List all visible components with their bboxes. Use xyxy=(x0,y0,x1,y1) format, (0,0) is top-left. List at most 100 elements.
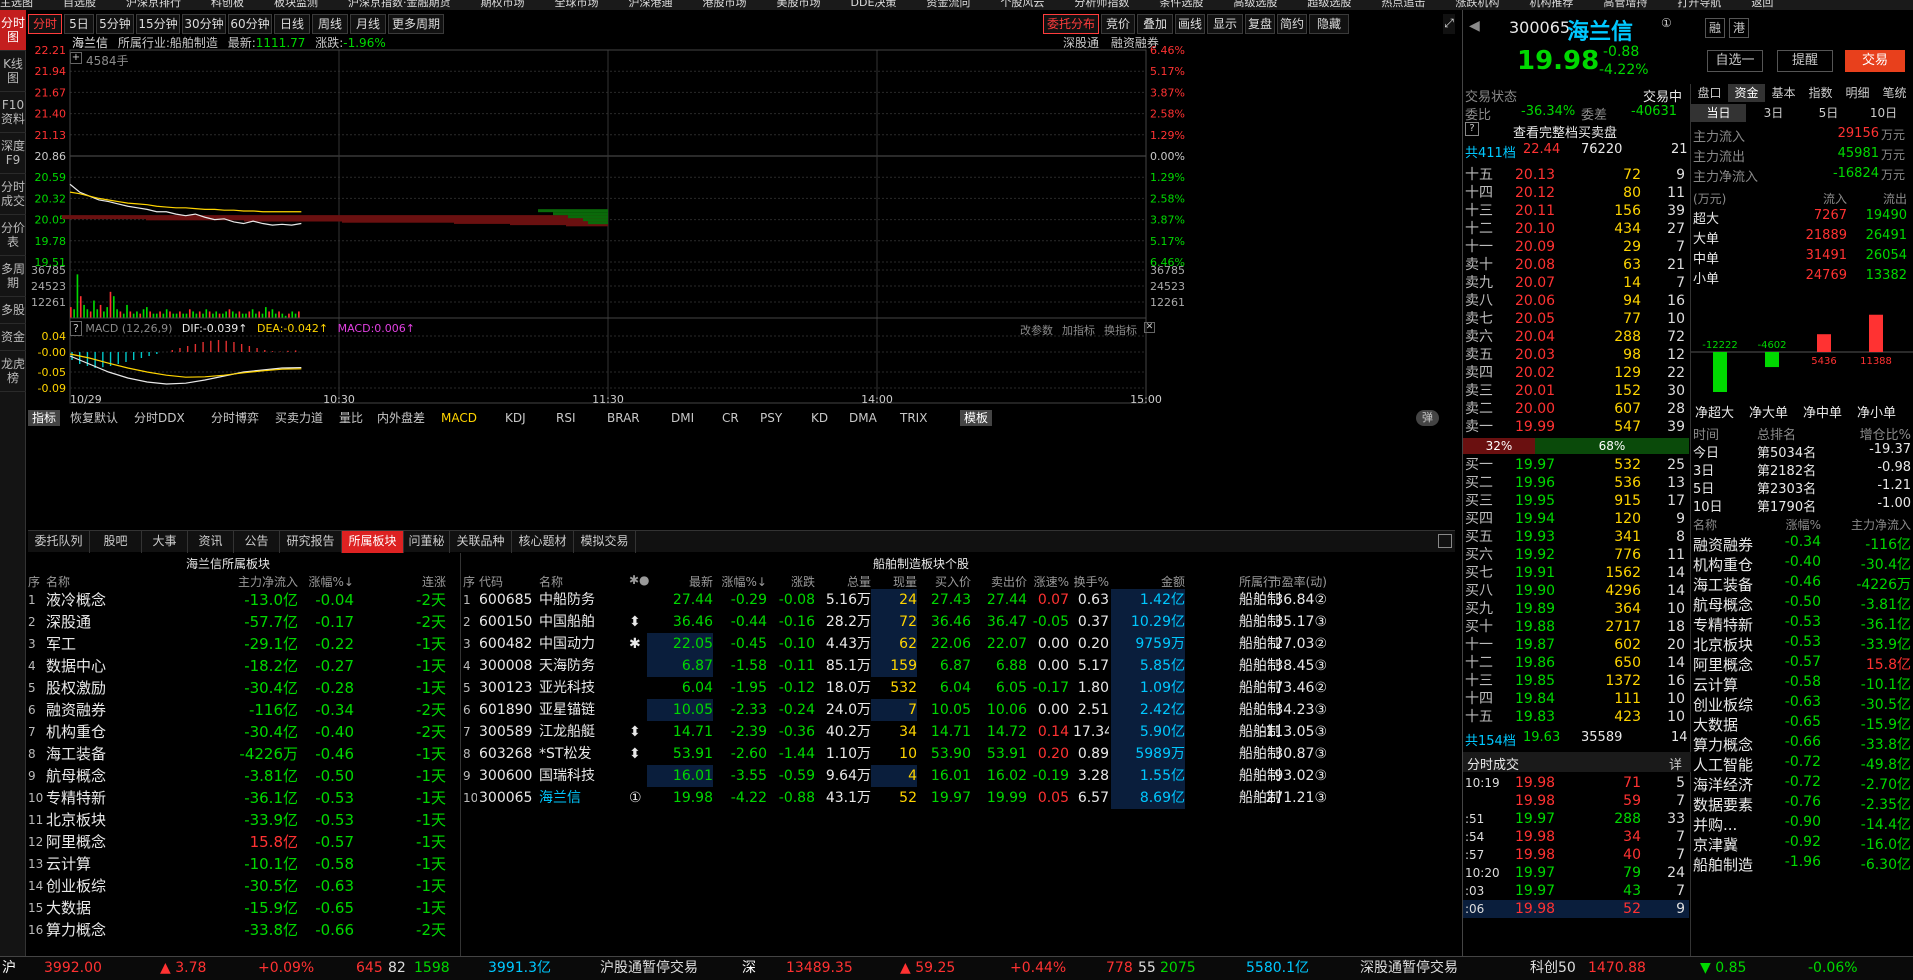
indicator-tab[interactable]: CR xyxy=(718,410,743,426)
sidebar-item[interactable]: 多股 xyxy=(0,297,26,324)
info-tab[interactable]: 资讯 xyxy=(188,531,234,553)
menu-item[interactable]: 美股市场 xyxy=(777,0,821,8)
column-header[interactable]: 买入价 xyxy=(921,573,971,590)
sell-level[interactable]: 卖九 20.07 14 7 xyxy=(1463,274,1689,292)
tool-button[interactable]: 委托分布 xyxy=(1043,14,1099,34)
buy-level[interactable]: 买九 19.89 364 10 xyxy=(1463,600,1689,618)
column-header[interactable]: 涨幅%↓ xyxy=(717,573,767,590)
table-row[interactable]: 4 数据中心 -18.2亿 -0.27 -1天 xyxy=(28,655,456,677)
help-icon[interactable]: ? xyxy=(1465,122,1479,136)
menu-item[interactable]: 自选股 xyxy=(63,0,96,8)
period-tab[interactable]: 当日 xyxy=(1691,104,1746,122)
status-hk1[interactable]: 沪股通暂停交易 xyxy=(600,957,698,979)
table-row[interactable]: 14 创业板综 -30.5亿 -0.63 -1天 xyxy=(28,875,456,897)
indicator-tab[interactable]: MACD xyxy=(437,410,481,426)
table-row[interactable]: 1 液冷概念 -13.0亿 -0.04 -2天 xyxy=(28,589,456,611)
menu-item[interactable]: 超级选股 xyxy=(1307,0,1351,8)
column-header[interactable]: 涨跌 xyxy=(771,573,815,590)
sidebar-item[interactable]: 分时图 xyxy=(0,10,26,51)
table-row[interactable]: 7 机构重仓 -30.4亿 -0.40 -2天 xyxy=(28,721,456,743)
info-tab[interactable]: 所属板块 xyxy=(342,531,404,553)
buy-level[interactable]: 买三 19.95 915 17 xyxy=(1463,492,1689,510)
tool-button[interactable]: 显示 xyxy=(1207,14,1243,34)
column-header[interactable]: 换手% xyxy=(1073,573,1109,590)
sidebar-item[interactable]: 深度F9 xyxy=(0,133,26,174)
buy-level[interactable]: 买四 19.94 120 9 xyxy=(1463,510,1689,528)
fund-tab[interactable]: 指数 xyxy=(1802,84,1839,102)
indicator-tab[interactable]: 内外盘差 xyxy=(373,410,429,426)
menu-item[interactable]: 高级选股 xyxy=(1233,0,1277,8)
indicator-tab[interactable]: KD xyxy=(807,410,832,426)
fund-tab[interactable]: 明细 xyxy=(1839,84,1876,102)
table-row[interactable]: 9 航母概念 -3.81亿 -0.50 -1天 xyxy=(28,765,456,787)
table-row[interactable]: 12 阿里概念 15.8亿 -0.57 -1天 xyxy=(28,831,456,853)
sidebar-item[interactable]: 龙虎榜 xyxy=(0,351,26,392)
buy-level[interactable]: 十一 19.87 602 20 xyxy=(1463,636,1689,654)
period-tab[interactable]: 3日 xyxy=(1746,104,1801,122)
table-row[interactable]: 3 600482 中国动力 ✱ 22.05 -0.45 -0.10 4.43万 62 22.06 2… xyxy=(461,633,1456,655)
info-tab[interactable]: 问董秘 xyxy=(404,531,450,553)
menu-item[interactable]: 沪深京指数·金融期货 xyxy=(348,0,451,8)
prev-stock-icon[interactable]: ◀ xyxy=(1469,18,1480,34)
period-button[interactable]: 30分钟 xyxy=(182,14,226,34)
alert-button[interactable]: 提醒 xyxy=(1777,50,1833,72)
table-row[interactable]: 1 600685 中船防务 27.44 -0.29 -0.08 5.16万 24 27.43 27… xyxy=(461,589,1456,611)
full-book-link[interactable]: 查看完整档买卖盘 xyxy=(1513,122,1617,141)
column-header[interactable]: 所属行 xyxy=(1239,573,1289,590)
indicator-tab[interactable]: PSY xyxy=(756,410,786,426)
tool-button[interactable]: 竞价 xyxy=(1101,14,1135,34)
sell-level[interactable]: 卖四 20.02 129 22 xyxy=(1463,364,1689,382)
menu-item[interactable]: 沪深京排行 xyxy=(126,0,181,8)
sell-level[interactable]: 卖七 20.05 77 10 xyxy=(1463,310,1689,328)
menu-item[interactable]: 涨跌机构 xyxy=(1455,0,1499,8)
info-tab[interactable]: 研究报告 xyxy=(280,531,342,553)
indicator-tab[interactable]: 恢复默认 xyxy=(66,410,122,426)
table-row[interactable]: 10 300065 海兰信 ① 19.98 -4.22 -0.88 43.1万 52 19.97 1… xyxy=(461,787,1456,809)
sell-level[interactable]: 卖一 19.99 547 39 xyxy=(1463,418,1689,436)
column-header[interactable]: 总量 xyxy=(815,573,871,590)
table-row[interactable]: 5 股权激励 -30.4亿 -0.28 -1天 xyxy=(28,677,456,699)
table-row[interactable]: 13 云计算 -10.1亿 -0.58 -1天 xyxy=(28,853,456,875)
close-icon[interactable]: ✕ xyxy=(1144,322,1155,333)
sidebar-item[interactable]: 分时成交 xyxy=(0,174,26,215)
table-row[interactable]: 8 海工装备 -4226万 -0.46 -1天 xyxy=(28,743,456,765)
table-row[interactable]: 2 深股通 -57.7亿 -0.17 -2天 xyxy=(28,611,456,633)
tool-button[interactable]: 叠加 xyxy=(1137,14,1173,34)
buy-level[interactable]: 十三 19.85 1372 16 xyxy=(1463,672,1689,690)
table-row[interactable]: 3 军工 -29.1亿 -0.22 -1天 xyxy=(28,633,456,655)
indicator-tab[interactable]: 指标 xyxy=(28,410,61,426)
fund-tab[interactable]: 资金 xyxy=(1728,84,1765,102)
period-button[interactable]: 5日 xyxy=(64,14,94,34)
info-tab[interactable]: 股吧 xyxy=(90,531,142,553)
menu-item[interactable]: 主选图 xyxy=(0,0,33,8)
column-header[interactable]: 主力净流入 xyxy=(198,573,298,590)
sidebar-item[interactable]: 多周期 xyxy=(0,256,26,297)
buy-level[interactable]: 买一 19.97 532 25 xyxy=(1463,456,1689,474)
sidebar-item[interactable]: 资金 xyxy=(0,324,26,351)
sell-level[interactable]: 十二 20.10 434 27 xyxy=(1463,220,1689,238)
tool-button[interactable]: 画线 xyxy=(1175,14,1205,34)
menu-item[interactable]: 全球市场 xyxy=(555,0,599,8)
hk-button[interactable]: 港 xyxy=(1729,18,1749,38)
column-header[interactable]: 名称 xyxy=(539,573,625,590)
buy-level[interactable]: 买七 19.91 1562 14 xyxy=(1463,564,1689,582)
table-row[interactable]: 5 300123 亚光科技 6.04 -1.95 -0.12 18.0万 532 6.04 6.0… xyxy=(461,677,1456,699)
menu-item[interactable]: 高管增持 xyxy=(1603,0,1647,8)
buy-level[interactable]: 买二 19.96 536 13 xyxy=(1463,474,1689,492)
column-header[interactable]: 卖出价 xyxy=(971,573,1027,590)
tool-button[interactable]: 复盘 xyxy=(1245,14,1275,34)
tool-button[interactable]: 简约 xyxy=(1277,14,1307,34)
menu-item[interactable]: 条件选股 xyxy=(1159,0,1203,8)
info-tab[interactable]: 委托队列 xyxy=(28,531,90,553)
indicator-tab[interactable]: 量比 xyxy=(335,410,367,426)
indicator-tab[interactable]: BRAR xyxy=(603,410,644,426)
column-header[interactable]: 涨幅%↓ xyxy=(296,573,354,590)
sell-level[interactable]: 卖八 20.06 94 16 xyxy=(1463,292,1689,310)
column-header[interactable]: 金额 xyxy=(1111,573,1185,590)
menu-item[interactable]: 返回 xyxy=(1751,0,1773,8)
table-row[interactable]: 6 融资融券 -116亿 -0.34 -2天 xyxy=(28,699,456,721)
fund-tab[interactable]: 盘口 xyxy=(1691,84,1728,102)
sidebar-item[interactable]: 分价表 xyxy=(0,215,26,256)
period-tab[interactable]: 5日 xyxy=(1801,104,1856,122)
menu-item[interactable]: 热点追击 xyxy=(1381,0,1425,8)
